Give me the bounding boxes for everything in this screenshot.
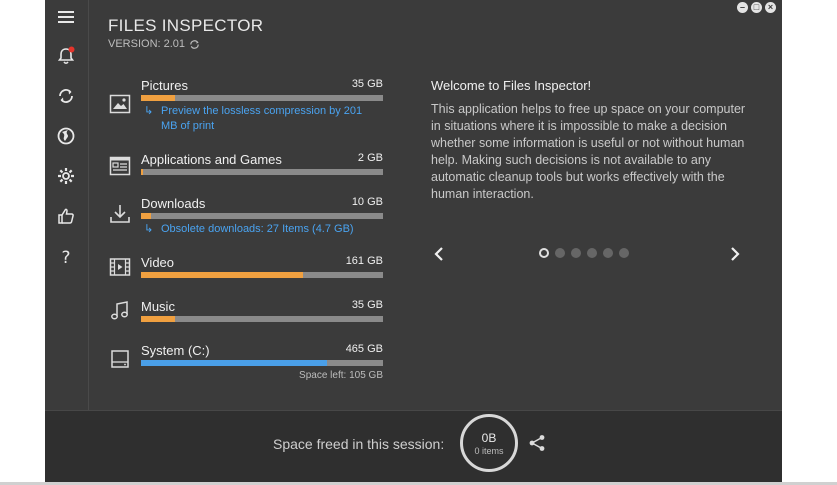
close-button[interactable]: ×	[765, 2, 776, 13]
category-name: Music	[141, 299, 175, 314]
arrow-icon: ↳	[144, 105, 154, 117]
space-freed-counter[interactable]: 0B 0 items	[460, 414, 518, 472]
slide-dot[interactable]	[619, 248, 629, 258]
chevron-right-icon	[731, 247, 740, 261]
usage-bar-fill	[141, 316, 175, 322]
welcome-body: This application helps to free up space …	[431, 102, 746, 201]
arrow-icon: ↳	[144, 223, 154, 235]
notifications-icon[interactable]	[53, 43, 79, 69]
video-icon	[108, 255, 132, 279]
maximize-button[interactable]: □	[751, 2, 762, 13]
usage-bar	[141, 169, 383, 175]
minimize-button[interactable]: –	[737, 2, 748, 13]
category-name: Applications and Games	[141, 152, 282, 167]
hint-text: Obsolete downloads: 27 Items (4.7 GB)	[161, 223, 354, 235]
category-name: Downloads	[141, 196, 206, 211]
slide-dot[interactable]	[539, 248, 549, 258]
share-icon	[529, 435, 545, 451]
category-pictures[interactable]: Pictures 35 GB ↳ Preview the lossless co…	[108, 78, 383, 134]
category-name: Pictures	[141, 78, 188, 93]
slide-dot[interactable]	[603, 248, 613, 258]
usage-bar	[141, 95, 383, 101]
usage-bar-fill	[141, 360, 328, 366]
settings-icon[interactable]	[53, 163, 79, 189]
category-name: Video	[141, 255, 175, 270]
compression-hint-link[interactable]: ↳ Preview the lossless compression by 20…	[144, 104, 373, 134]
slide-dot[interactable]	[555, 248, 565, 258]
applications-icon	[108, 154, 132, 178]
like-icon[interactable]	[53, 203, 79, 229]
category-size: 35 GB	[351, 78, 383, 90]
category-music[interactable]: Music 35 GB	[108, 299, 383, 339]
version-label: VERSION: 2.01	[108, 38, 200, 50]
category-system-drive[interactable]: System (C:) 465 GB Space left: 105 GB	[108, 343, 383, 387]
space-freed-value: 0B	[481, 431, 497, 445]
chevron-left-icon	[434, 247, 443, 261]
obsolete-downloads-link[interactable]: ↳ Obsolete downloads: 27 Items (4.7 GB)	[144, 222, 373, 237]
image-icon	[108, 92, 132, 116]
globe-icon[interactable]	[53, 123, 79, 149]
slide-indicators	[539, 248, 629, 258]
category-downloads[interactable]: Downloads 10 GB ↳ Obsolete downloads: 27…	[108, 196, 383, 242]
help-icon[interactable]: ?	[53, 244, 79, 270]
previous-slide-button[interactable]	[429, 244, 449, 264]
category-size: 161 GB	[345, 255, 383, 267]
space-freed-label: Space freed in this session:	[273, 436, 445, 452]
notification-badge	[68, 46, 75, 53]
menu-icon[interactable]	[53, 4, 79, 30]
share-button[interactable]	[527, 433, 547, 453]
hint-text: Preview the lossless compression by 201 …	[161, 105, 363, 132]
app-window: ? – □ × FILES INSPECTOR VERSION: 2.01 Pi…	[45, 0, 782, 483]
slide-dot[interactable]	[571, 248, 581, 258]
category-video[interactable]: Video 161 GB	[108, 255, 383, 295]
usage-bar	[141, 272, 383, 278]
version-text: VERSION: 2.01	[108, 38, 186, 50]
category-size: 2 GB	[357, 152, 383, 164]
svg-text:?: ?	[61, 248, 70, 267]
music-icon	[108, 299, 132, 323]
usage-bar	[141, 360, 383, 366]
category-applications[interactable]: Applications and Games 2 GB	[108, 152, 383, 192]
usage-bar-fill	[141, 95, 175, 101]
space-freed-items: 0 items	[474, 446, 504, 456]
download-icon	[108, 202, 132, 226]
category-size: 35 GB	[351, 299, 383, 311]
window-controls: – □ ×	[737, 2, 776, 13]
category-name: System (C:)	[141, 343, 210, 358]
next-slide-button[interactable]	[725, 244, 745, 264]
app-title: FILES INSPECTOR	[108, 16, 264, 35]
welcome-title: Welcome to Files Inspector!	[431, 78, 592, 93]
update-check-icon[interactable]	[189, 39, 200, 50]
footer-bar: Space freed in this session: 0B 0 items	[45, 410, 782, 483]
usage-bar-fill	[141, 213, 151, 219]
usage-bar	[141, 316, 383, 322]
space-left-label: Space left: 105 GB	[299, 370, 383, 381]
usage-bar-fill	[141, 272, 304, 278]
usage-bar	[141, 213, 383, 219]
slide-dot[interactable]	[587, 248, 597, 258]
drive-icon	[108, 347, 132, 371]
usage-bar-fill	[141, 169, 144, 175]
category-size: 465 GB	[345, 343, 383, 355]
sidebar: ?	[45, 0, 89, 410]
category-size: 10 GB	[351, 196, 383, 208]
refresh-icon[interactable]	[53, 83, 79, 109]
